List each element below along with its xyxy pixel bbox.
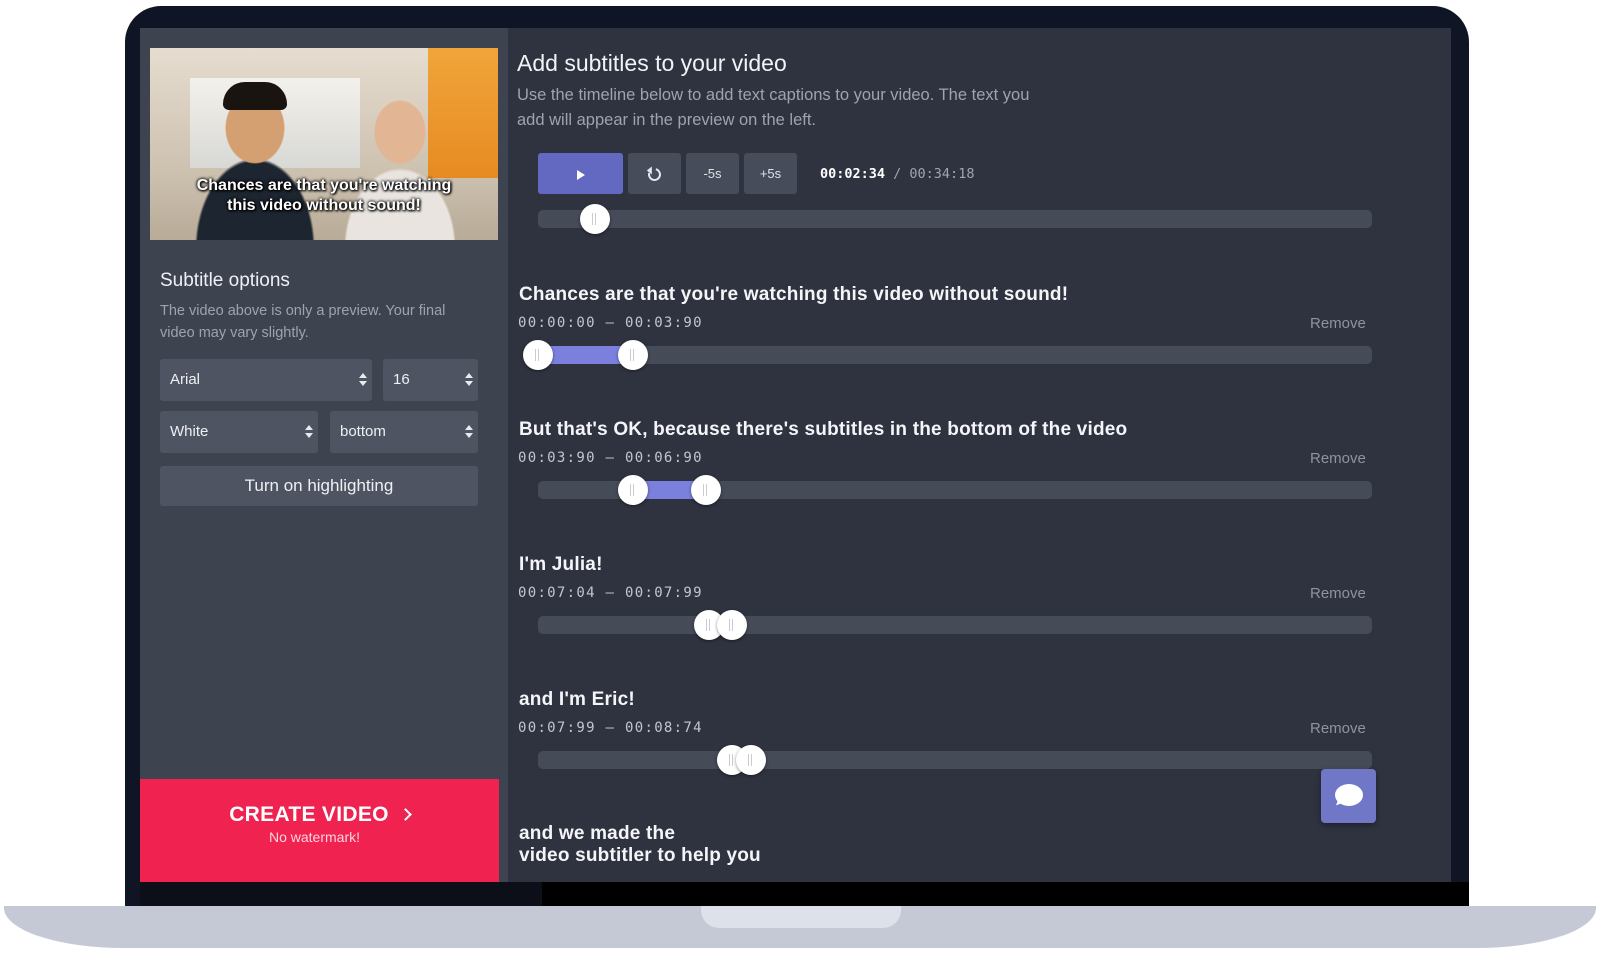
font-select[interactable]: Arial xyxy=(160,359,372,401)
subtitle-range-slider[interactable] xyxy=(538,610,1372,640)
screen-bottom-edge-left xyxy=(140,882,542,906)
subtitle-time-range: 00:00:00 – 00:03:90 xyxy=(518,315,703,331)
remove-subtitle-button[interactable]: Remove xyxy=(1310,450,1366,467)
preview-person-right xyxy=(340,88,460,240)
replay-button[interactable] xyxy=(628,153,681,194)
range-end-knob[interactable] xyxy=(690,475,721,505)
back-5s-button[interactable]: -5s xyxy=(686,153,739,194)
subtitle-range-slider[interactable] xyxy=(538,475,1372,505)
subtitle-text-line2: video subtitler to help you xyxy=(519,845,761,866)
preview-caption-line2: this video without sound! xyxy=(227,197,421,214)
page-description: Use the timeline below to add text capti… xyxy=(517,86,1030,129)
position-select-value: bottom xyxy=(340,423,386,440)
subtitle-time-range: 00:07:04 – 00:07:99 xyxy=(518,585,703,601)
laptop-notch xyxy=(701,906,901,928)
video-preview[interactable]: Chances are that you're watching this vi… xyxy=(150,48,498,240)
remove-subtitle-button[interactable]: Remove xyxy=(1310,585,1366,602)
chevron-right-icon xyxy=(398,808,412,821)
time-separator: / xyxy=(885,166,910,182)
subtitle-time-range: 00:07:99 – 00:08:74 xyxy=(518,720,703,736)
subtitle-text[interactable]: and we made the video subtitler to help … xyxy=(519,823,761,867)
replay-icon xyxy=(645,165,664,184)
subtitle-text-line1: and we made the xyxy=(519,823,676,844)
subtitle-options-description: The video above is only a preview. Your … xyxy=(160,303,446,341)
color-select[interactable]: White xyxy=(160,411,318,453)
playhead-knob[interactable] xyxy=(579,204,610,234)
subtitle-text[interactable]: But that's OK, because there's subtitles… xyxy=(519,419,1127,441)
chat-icon-tail xyxy=(1336,798,1346,809)
font-select-value: Arial xyxy=(170,371,201,388)
remove-subtitle-button[interactable]: Remove xyxy=(1310,720,1366,737)
playback-timeline[interactable] xyxy=(538,204,1372,234)
subtitle-text[interactable]: I'm Julia! xyxy=(519,554,603,576)
range-end-knob[interactable] xyxy=(618,340,649,370)
preview-caption: Chances are that you're watching this vi… xyxy=(150,176,498,216)
color-select-value: White xyxy=(170,423,209,440)
range-start-knob[interactable] xyxy=(523,340,553,370)
subtitle-text[interactable]: and I'm Eric! xyxy=(519,689,635,711)
create-video-subtext: No watermark! xyxy=(268,829,361,845)
play-icon xyxy=(576,169,585,180)
remove-subtitle-button[interactable]: Remove xyxy=(1310,315,1366,332)
select-arrows-icon xyxy=(465,423,473,441)
time-readout: 00:02:34 / 00:34:18 xyxy=(820,166,974,182)
subtitle-text[interactable]: Chances are that you're watching this vi… xyxy=(519,284,1068,306)
play-button[interactable] xyxy=(538,153,623,194)
app-screen: Chances are that you're watching this vi… xyxy=(140,28,1451,882)
forward-5s-button[interactable]: +5s xyxy=(744,153,797,194)
chat-button[interactable] xyxy=(1321,769,1376,823)
subtitle-options-title: Subtitle options xyxy=(160,270,290,291)
select-arrows-icon xyxy=(465,371,473,389)
size-select-value: 16 xyxy=(393,371,410,388)
create-video-button[interactable]: CREATE VIDEO No watermark! xyxy=(140,779,499,882)
current-time: 00:02:34 xyxy=(820,166,886,182)
subtitle-range-slider[interactable] xyxy=(523,340,1372,370)
turn-on-highlighting-button[interactable]: Turn on highlighting xyxy=(160,466,478,506)
page-title: Add subtitles to your video xyxy=(517,50,787,76)
preview-caption-line1: Chances are that you're watching xyxy=(196,177,452,194)
subtitle-range-slider[interactable] xyxy=(538,745,1372,775)
position-select[interactable]: bottom xyxy=(330,411,478,453)
size-select[interactable]: 16 xyxy=(383,359,478,401)
create-video-label: CREATE VIDEO xyxy=(229,803,389,826)
range-end-knob[interactable] xyxy=(717,610,748,640)
total-time: 00:34:18 xyxy=(909,166,975,182)
select-arrows-icon xyxy=(305,423,313,441)
range-start-knob[interactable] xyxy=(618,475,649,505)
subtitle-time-range: 00:03:90 – 00:06:90 xyxy=(518,450,703,466)
select-arrows-icon xyxy=(359,371,367,389)
range-end-knob[interactable] xyxy=(735,745,766,775)
left-panel: Chances are that you're watching this vi… xyxy=(140,28,508,882)
